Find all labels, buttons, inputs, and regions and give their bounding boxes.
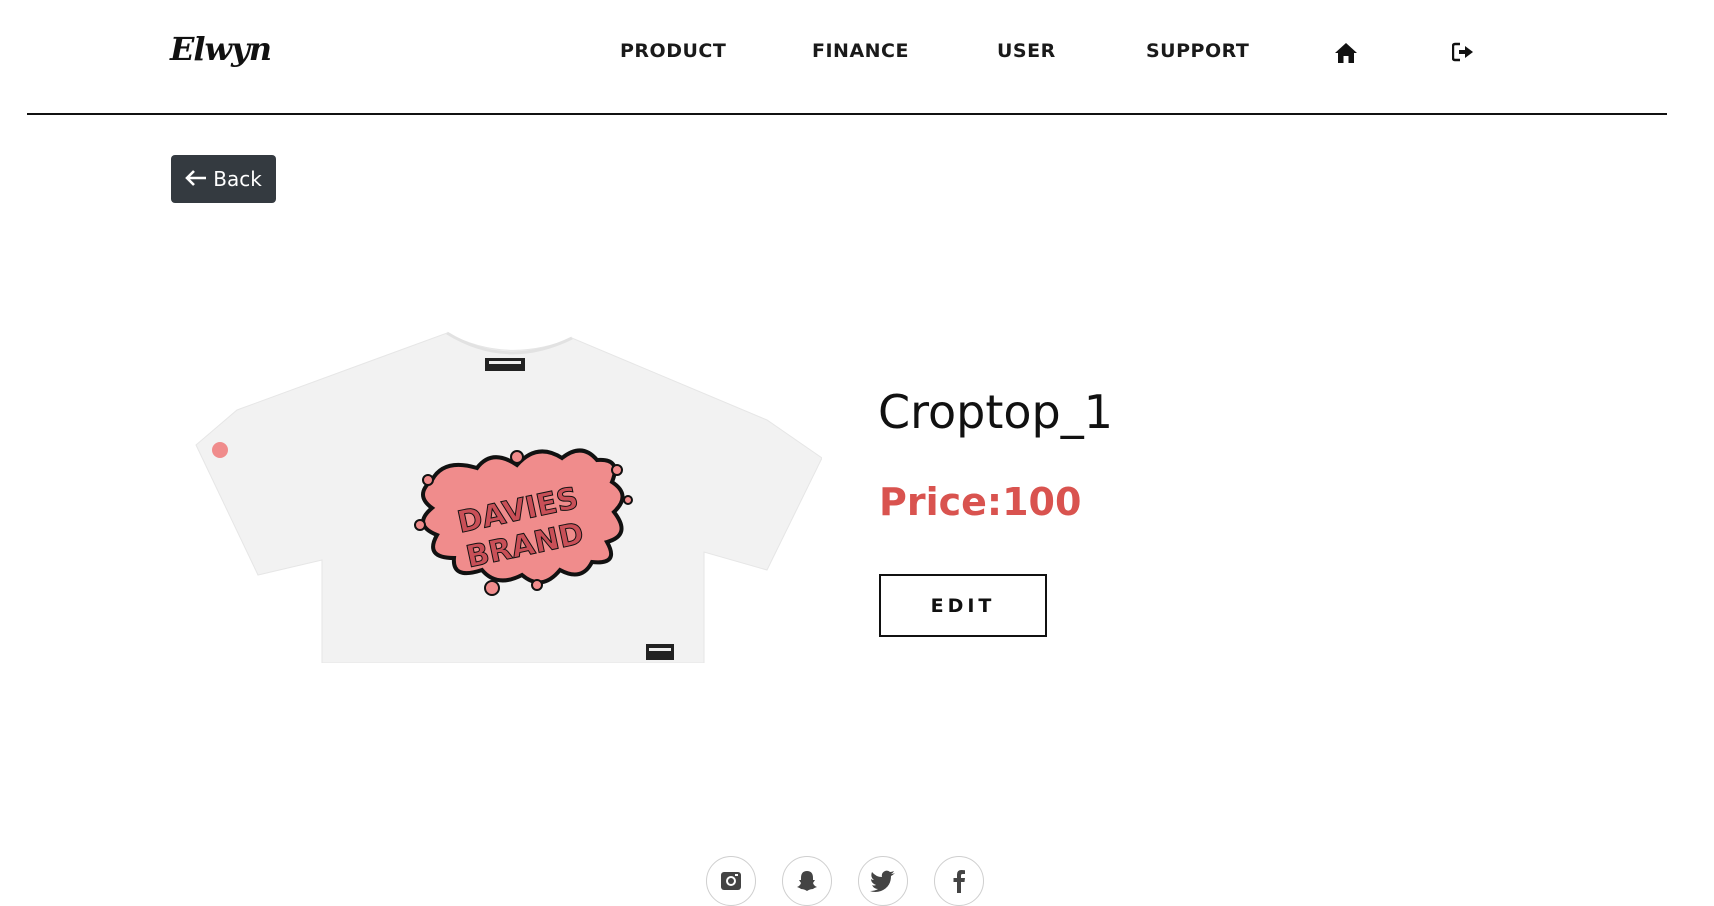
product-image: DAVIES BRAND <box>192 330 823 664</box>
snapchat-icon[interactable] <box>782 856 832 906</box>
site-header: Elwyn PRODUCT FINANCE USER SUPPORT <box>0 0 1714 115</box>
twitter-icon[interactable] <box>858 856 908 906</box>
arrow-left-icon <box>185 167 207 191</box>
header-divider <box>27 113 1667 115</box>
back-button[interactable]: Back <box>171 155 276 203</box>
nav-item-product[interactable]: PRODUCT <box>620 40 726 62</box>
back-button-label: Back <box>213 167 262 191</box>
edit-button[interactable]: EDIT <box>879 574 1047 637</box>
nav-item-user[interactable]: USER <box>997 40 1056 62</box>
home-icon[interactable] <box>1334 42 1358 68</box>
brand-logo[interactable]: Elwyn <box>170 30 272 68</box>
instagram-icon[interactable] <box>706 856 756 906</box>
product-price: Price:100 <box>879 480 1082 524</box>
nav-item-finance[interactable]: FINANCE <box>812 40 909 62</box>
product-name: Croptop_1 <box>878 385 1114 439</box>
nav-item-support[interactable]: SUPPORT <box>1146 40 1249 62</box>
logout-icon[interactable] <box>1451 42 1474 66</box>
facebook-icon[interactable] <box>934 856 984 906</box>
